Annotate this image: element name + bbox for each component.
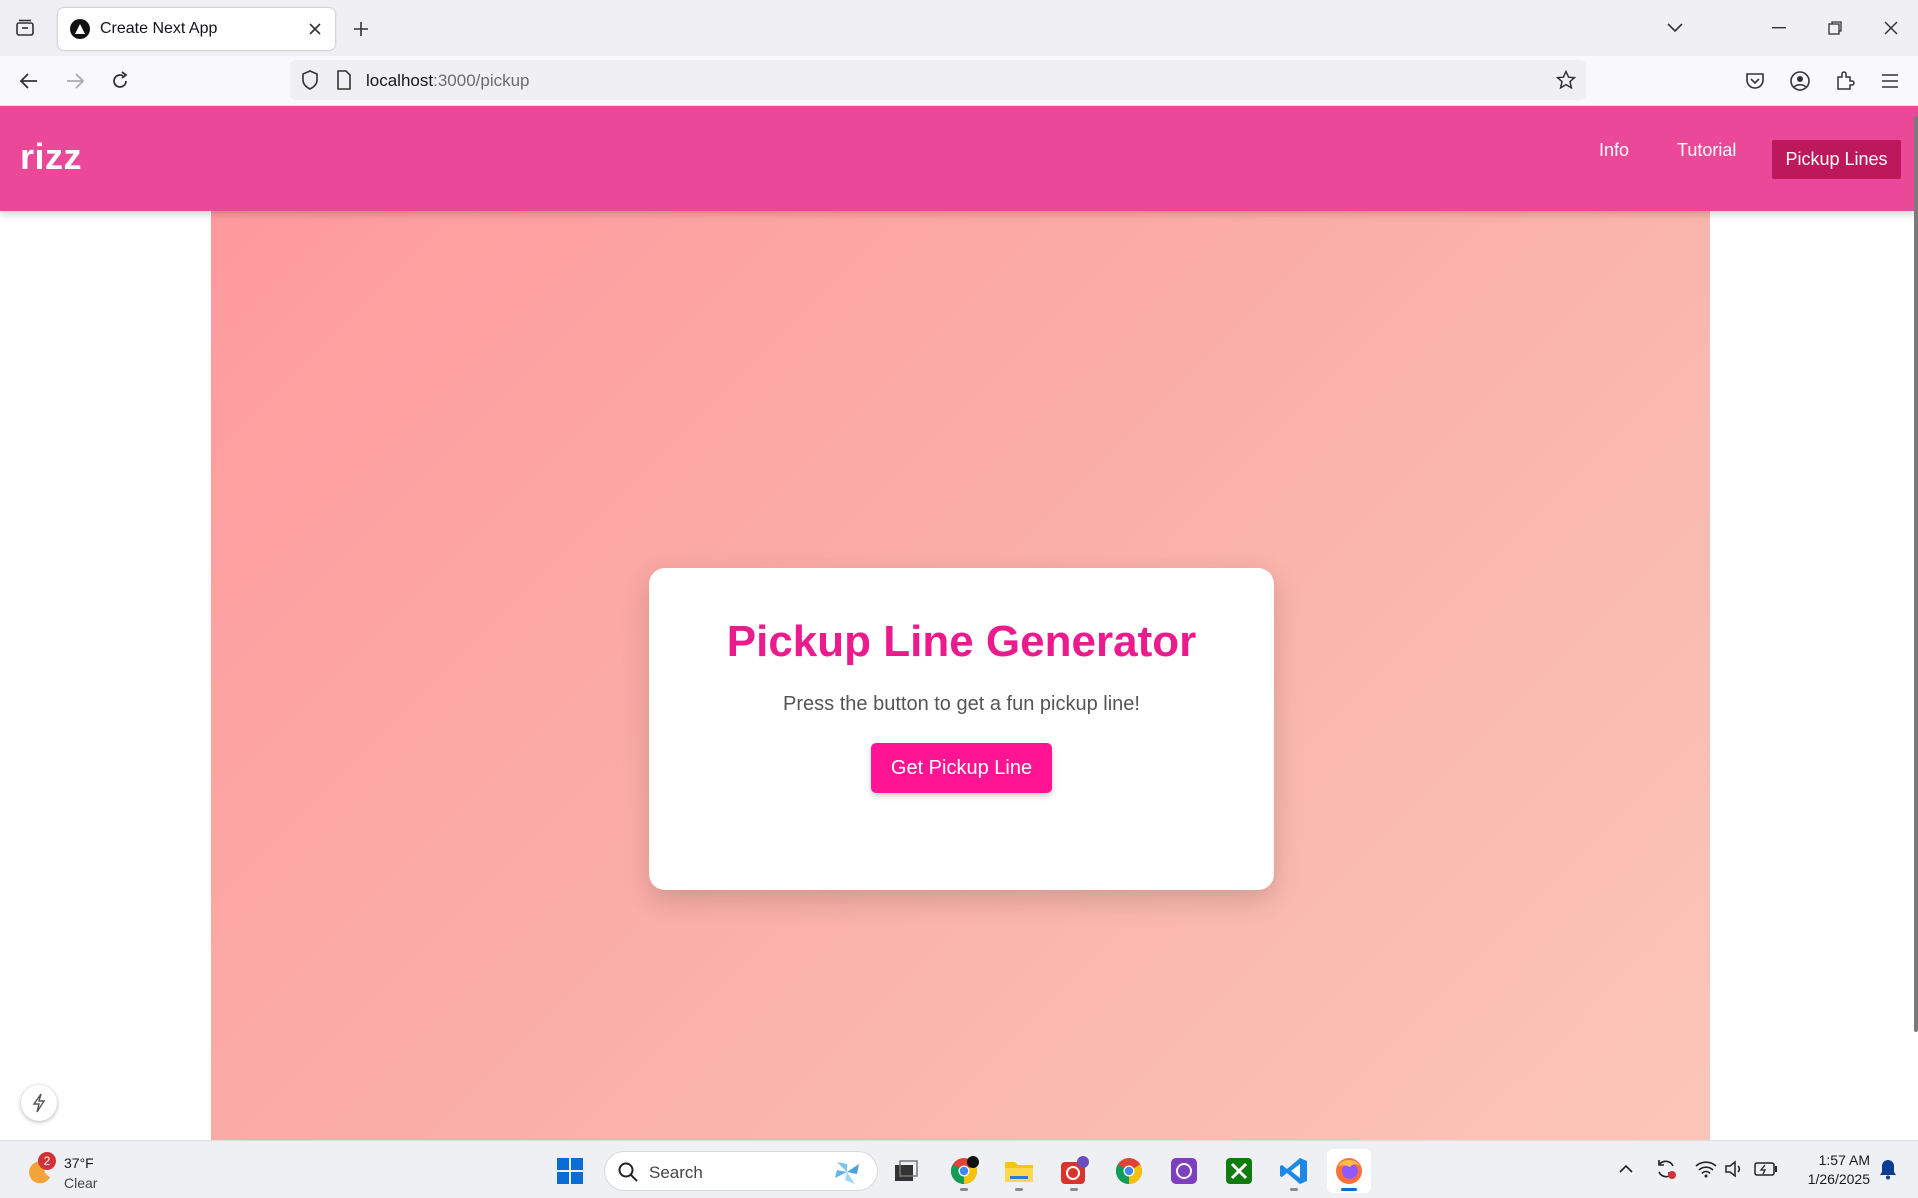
minimize-icon[interactable] (1764, 14, 1794, 42)
running-indicator (1015, 1188, 1023, 1191)
chrome-profile-icon[interactable] (942, 1149, 986, 1193)
start-windows-icon[interactable] (548, 1149, 592, 1193)
back-icon[interactable] (14, 66, 44, 96)
get-pickup-line-button[interactable]: Get Pickup Line (870, 743, 1053, 793)
nav-link-info[interactable]: Info (1599, 140, 1629, 161)
show-hidden-icons-chevron-icon[interactable] (1612, 1155, 1640, 1183)
address-bar[interactable]: localhost:3000/pickup (290, 60, 1586, 100)
menu-icon[interactable] (1875, 66, 1905, 96)
windows-taskbar: 2 37°F Clear Search 1:57 AM 1/26/2025 (0, 1140, 1918, 1198)
close-tab-icon[interactable] (303, 17, 327, 41)
tab-title: Create Next App (100, 20, 218, 37)
hero-section: Pickup Line Generator Press the button t… (211, 211, 1710, 1140)
restore-icon[interactable] (1820, 14, 1850, 42)
file-explorer-icon[interactable] (997, 1149, 1041, 1193)
site-header: rizz Info Tutorial Pickup Lines (0, 106, 1918, 211)
card-title: Pickup Line Generator (726, 617, 1197, 666)
nav-link-pickup-lines[interactable]: Pickup Lines (1772, 140, 1901, 179)
forward-icon[interactable] (60, 66, 90, 96)
extensions-icon[interactable] (1830, 66, 1860, 96)
notification-bell-icon[interactable] (1874, 1155, 1902, 1183)
nextjs-favicon-icon (70, 19, 90, 39)
card-subtitle: Press the button to get a fun pickup lin… (783, 693, 1140, 715)
system-clock[interactable]: 1:57 AM 1/26/2025 (1790, 1151, 1870, 1189)
page-viewport: rizz Info Tutorial Pickup Lines Pickup L… (0, 106, 1918, 1140)
clock-date: 1/26/2025 (1807, 1171, 1870, 1187)
url-path: :3000/pickup (433, 71, 530, 90)
firefox-icon[interactable] (1327, 1149, 1371, 1193)
account-icon[interactable] (1785, 66, 1815, 96)
purple-app-icon[interactable] (1162, 1149, 1206, 1193)
generator-card: Pickup Line Generator Press the button t… (649, 568, 1274, 890)
next-devtools-lightning-icon[interactable] (21, 1085, 57, 1121)
volume-icon[interactable] (1720, 1155, 1748, 1183)
nav-link-tutorial[interactable]: Tutorial (1677, 140, 1736, 161)
sync-icon[interactable] (1652, 1155, 1680, 1183)
browser-navbar: localhost:3000/pickup (0, 56, 1918, 106)
running-indicator (960, 1188, 968, 1191)
page-info-icon[interactable] (332, 68, 356, 92)
chrome-icon[interactable] (1107, 1149, 1151, 1193)
browser-tab[interactable]: Create Next App (58, 8, 335, 50)
weather-condition: Clear (64, 1175, 98, 1191)
active-indicator (1341, 1188, 1357, 1191)
bookmark-star-icon[interactable] (1554, 68, 1578, 92)
weather-badge: 2 (38, 1152, 56, 1170)
new-tab-icon[interactable] (348, 16, 374, 42)
shield-icon[interactable] (298, 68, 322, 92)
page-scrollbar[interactable] (1914, 116, 1918, 1032)
pocket-icon[interactable] (1740, 66, 1770, 96)
url-text: localhost:3000/pickup (366, 71, 530, 91)
url-host: localhost (366, 71, 434, 90)
wifi-icon[interactable] (1692, 1155, 1720, 1183)
tab-manager-icon[interactable] (12, 16, 38, 40)
weather-widget[interactable]: 2 37°F Clear (22, 1149, 142, 1193)
search-icon (618, 1162, 638, 1182)
pinwheel-search-highlight-icon (835, 1162, 859, 1184)
running-indicator (1070, 1188, 1078, 1191)
list-all-tabs-icon[interactable] (1660, 14, 1690, 42)
brand-logo[interactable]: rizz (20, 136, 82, 178)
xbox-icon[interactable] (1217, 1149, 1261, 1193)
running-indicator (1290, 1188, 1298, 1191)
app-red-badge-icon[interactable] (1052, 1149, 1096, 1193)
reload-icon[interactable] (105, 66, 135, 96)
search-placeholder: Search (649, 1163, 703, 1182)
close-window-icon[interactable] (1876, 14, 1906, 42)
browser-tabstrip: Create Next App (0, 0, 1918, 56)
weather-temp: 37°F (64, 1155, 94, 1171)
battery-icon[interactable] (1752, 1155, 1780, 1183)
task-view-icon[interactable] (884, 1149, 928, 1193)
clock-time: 1:57 AM (1818, 1152, 1870, 1168)
vscode-icon[interactable] (1272, 1149, 1316, 1193)
taskbar-search-input[interactable]: Search (604, 1151, 878, 1191)
